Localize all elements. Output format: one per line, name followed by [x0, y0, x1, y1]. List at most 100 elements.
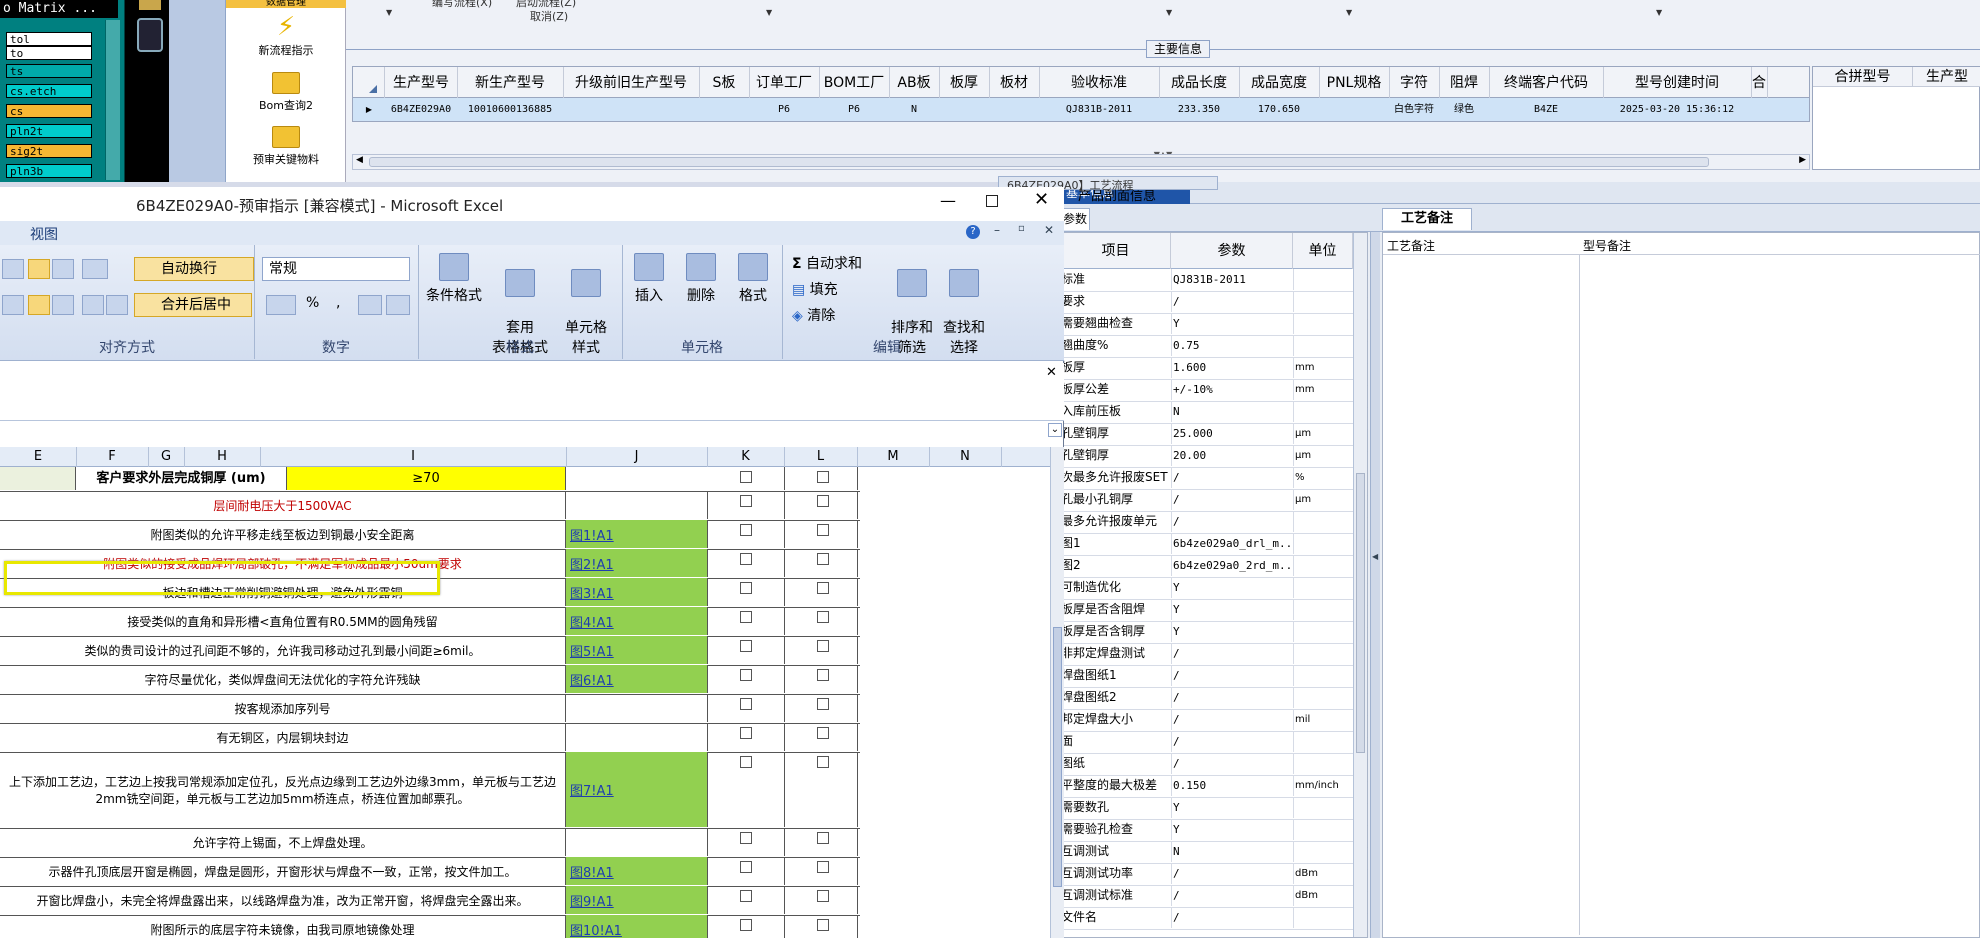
- sheet-column-header[interactable]: E: [0, 447, 77, 467]
- help-icon[interactable]: ?: [966, 225, 980, 239]
- figure-link-cell[interactable]: 图2!A1: [566, 549, 708, 577]
- layer-item[interactable]: cs.etch: [6, 84, 92, 98]
- property-row[interactable]: 需要验孔检查YY: [1061, 819, 1367, 842]
- checkbox[interactable]: [817, 471, 829, 483]
- dropdown-arrow-icon[interactable]: ▼: [766, 8, 772, 17]
- figure-link-cell[interactable]: 图7!A1: [566, 752, 708, 827]
- layer-panel-scrollbar[interactable]: [105, 20, 120, 180]
- process-notes-field[interactable]: [1387, 259, 1575, 935]
- checkbox[interactable]: [817, 919, 829, 931]
- property-row[interactable]: 互调测试功率/dBmY: [1061, 863, 1367, 886]
- column-header[interactable]: 终端客户代码: [1489, 67, 1604, 99]
- column-header[interactable]: 字符: [1389, 67, 1440, 99]
- figure-link-cell[interactable]: 图4!A1: [566, 607, 708, 635]
- sheet-column-header[interactable]: L: [784, 447, 858, 467]
- formula-bar[interactable]: ✕: [0, 363, 1064, 421]
- column-header[interactable]: 板厚: [939, 67, 990, 99]
- requirement-cell[interactable]: 附图所示的底层字符未镜像，由我司原地镜像处理: [0, 915, 566, 938]
- requirement-cell[interactable]: 开窗比焊盘小，未完全将焊盘露出来，以线路焊盘为准，改为正常开窗，将焊盘完全露出来…: [0, 886, 566, 914]
- menu-item-key-material[interactable]: 预审关键物料: [226, 126, 346, 167]
- menu-write-flow[interactable]: 编写流程(X): [432, 0, 492, 10]
- figure-link[interactable]: 图8!A1: [566, 862, 614, 881]
- requirement-cell[interactable]: 上下添加工艺边，工艺边上按我司常规添加定位孔，反光点边缘到工艺边外边缘3mm，单…: [0, 752, 566, 827]
- checkbox[interactable]: [817, 495, 829, 507]
- align-middle-icon[interactable]: [28, 259, 50, 279]
- scrollbar-thumb[interactable]: [1356, 473, 1365, 753]
- worksheet[interactable]: 客户要求外层完成铜厚 (um) ≥70 层间耐电压大于1500VAC 附图类似的允…: [0, 467, 1050, 938]
- table-cell[interactable]: 10010600136885: [457, 98, 563, 121]
- wrap-text-button[interactable]: 自动换行: [134, 257, 254, 281]
- tab-process-notes[interactable]: 工艺备注: [1382, 208, 1472, 230]
- checkbox[interactable]: [740, 919, 752, 931]
- table-cell[interactable]: [1319, 98, 1389, 121]
- checkbox[interactable]: [817, 890, 829, 902]
- menu-item-bom-query[interactable]: Bom查询2: [226, 72, 346, 113]
- table-cell[interactable]: 绿色: [1439, 98, 1489, 121]
- column-header[interactable]: 升级前旧生产型号: [563, 67, 700, 99]
- figure-link[interactable]: 图3!A1: [566, 583, 614, 602]
- column-header[interactable]: PNL规格: [1319, 67, 1390, 99]
- layer-item[interactable]: cs: [6, 104, 92, 118]
- property-row[interactable]: 板厚公差+/-10%mmY: [1061, 379, 1367, 402]
- column-header[interactable]: 生产型号: [385, 67, 458, 99]
- column-header[interactable]: 板材: [989, 67, 1040, 99]
- table-cell[interactable]: 170.650: [1239, 98, 1319, 121]
- checkbox[interactable]: [740, 495, 752, 507]
- table-row[interactable]: ▶ 6B4ZE029A0 10010600136885 P6 P6 N QJ831B-20…: [352, 98, 1810, 122]
- dropdown-arrow-icon[interactable]: ▼: [1166, 8, 1172, 17]
- expand-formula-icon[interactable]: ⌄: [1048, 423, 1062, 437]
- column-header[interactable]: 成品宽度: [1239, 67, 1320, 99]
- property-row[interactable]: 焊盘图纸2/Y: [1061, 687, 1367, 710]
- format-button[interactable]: 格式: [728, 253, 778, 305]
- table-cell[interactable]: P6: [819, 98, 889, 121]
- requirement-cell[interactable]: 字符尽量优化，类似焊盘间无法优化的字符允许残缺: [0, 665, 566, 693]
- checkbox[interactable]: [817, 756, 829, 768]
- requirement-cell[interactable]: 示器件孔顶底层开窗是椭圆，焊盘是圆形，开窗形状与焊盘不一致，正常，按文件加工。: [0, 857, 566, 885]
- checkbox[interactable]: [740, 611, 752, 623]
- fill-button[interactable]: ▤ 填充: [792, 279, 838, 299]
- sheet-column-header[interactable]: J: [566, 447, 708, 467]
- figure-link[interactable]: 图10!A1: [566, 920, 622, 938]
- property-row[interactable]: 板厚是否含阻焊YY: [1061, 599, 1367, 622]
- property-grid-scrollbar[interactable]: [1353, 233, 1367, 937]
- checkbox[interactable]: [740, 640, 752, 652]
- property-row[interactable]: 要求/Y: [1061, 291, 1367, 314]
- autosum-button[interactable]: Σ 自动求和: [792, 253, 862, 273]
- property-row[interactable]: 互调测试标准/dBmY: [1061, 885, 1367, 908]
- workbook-close-icon[interactable]: ✕: [1044, 223, 1054, 237]
- checkbox[interactable]: [740, 524, 752, 536]
- requirement-cell[interactable]: 允许字符上锡面，不上焊盘处理。: [0, 828, 566, 856]
- requirement-cell[interactable]: 类似的贵司设计的过孔间距不够的，允许我司移动过孔到最小间距≥6mil。: [0, 636, 566, 664]
- figure-link[interactable]: 图7!A1: [566, 780, 614, 799]
- tab-view[interactable]: 视图: [30, 224, 58, 244]
- property-row[interactable]: 入库前压板NY: [1061, 401, 1367, 424]
- property-row[interactable]: 板厚是否含铜厚YY: [1061, 621, 1367, 644]
- layer-item[interactable]: tol: [6, 32, 92, 46]
- table-cell[interactable]: 6B4ZE029A0: [385, 98, 457, 121]
- checkbox[interactable]: [740, 890, 752, 902]
- property-row[interactable]: 邦定焊盘大小/milY: [1061, 709, 1367, 732]
- column-header[interactable]: 成品长度: [1159, 67, 1240, 99]
- table-cell[interactable]: 白色字符: [1389, 98, 1439, 121]
- figure-link[interactable]: 图4!A1: [566, 612, 614, 631]
- close-icon[interactable]: ✕: [1034, 189, 1049, 210]
- scroll-left-icon[interactable]: ◀: [356, 155, 363, 165]
- layer-item[interactable]: to: [6, 46, 92, 60]
- property-row[interactable]: 最多允许报废单元/Y: [1061, 511, 1367, 534]
- figure-link-cell[interactable]: 图9!A1: [566, 886, 708, 914]
- table-cell[interactable]: N: [889, 98, 939, 121]
- property-row[interactable]: 需要翘曲检查YY: [1061, 313, 1367, 336]
- sheet-column-header[interactable]: I: [260, 447, 567, 467]
- requirement-cell[interactable]: 接受类似的直角和异形槽<直角位置有R0.5MM的圆角残留: [0, 607, 566, 635]
- table-cell[interactable]: [563, 98, 699, 121]
- column-header[interactable]: 型号创建时间: [1603, 67, 1752, 99]
- figure-link[interactable]: 图5!A1: [566, 641, 614, 660]
- table-cell[interactable]: [1751, 98, 1767, 121]
- property-row[interactable]: 孔最小孔铜厚/μmY: [1061, 489, 1367, 512]
- insert-button[interactable]: 插入: [624, 253, 674, 305]
- dropdown-arrow-icon[interactable]: ▼: [386, 8, 392, 17]
- sheet-column-header[interactable]: F: [76, 447, 149, 467]
- minimize-icon[interactable]: —: [940, 191, 956, 210]
- decrease-decimal-icon[interactable]: [386, 295, 410, 315]
- property-row[interactable]: 翘曲度%0.75Y: [1061, 335, 1367, 358]
